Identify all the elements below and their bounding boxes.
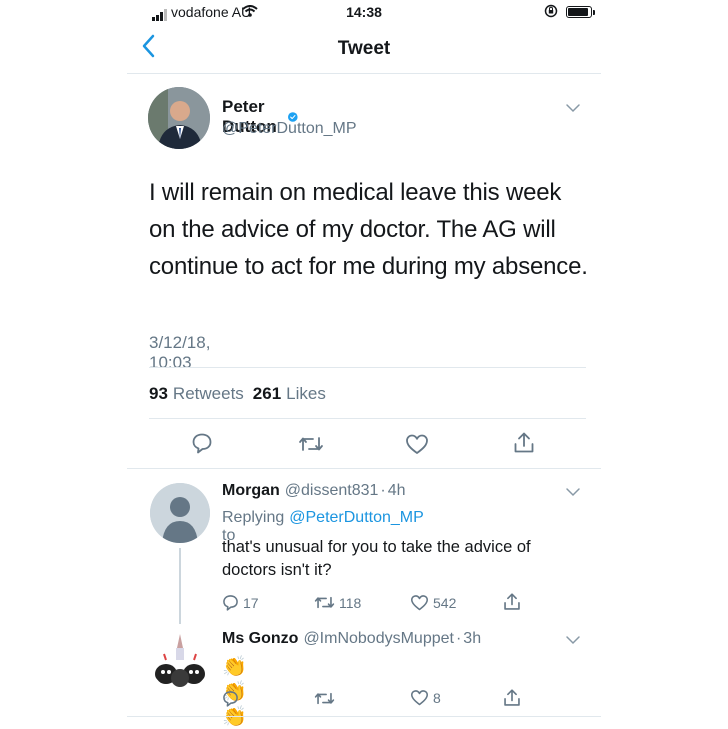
tweet-text: I will remain on medical leave this week…	[149, 179, 588, 280]
share-icon[interactable]	[503, 592, 521, 612]
heart-icon[interactable]	[405, 433, 429, 455]
reply-author-name[interactable]: Morgan	[222, 482, 280, 500]
avatar[interactable]	[150, 630, 210, 690]
reply-header: Ms Gonzo @ImNobodysMuppet · 3h	[222, 630, 481, 648]
reply-action-retweet[interactable]: 118	[314, 594, 361, 611]
heart-icon	[411, 595, 428, 611]
like-count: 542	[433, 594, 457, 611]
clock: 14:38	[346, 4, 382, 20]
author-handle[interactable]: @PeterDutton_MP	[222, 120, 357, 138]
rotation-lock-icon	[544, 4, 558, 18]
like-count: 8	[433, 689, 441, 706]
reply-count: 17	[243, 594, 259, 611]
reply-action-reply[interactable]: 17	[222, 594, 259, 611]
heart-icon	[411, 690, 428, 706]
reply-header: Morgan @dissent831 · 4h	[222, 482, 406, 500]
battery-icon	[566, 6, 592, 18]
retweets-count[interactable]: 93	[149, 384, 168, 404]
retweet-icon	[314, 596, 335, 609]
default-profile-icon	[150, 483, 210, 543]
share-icon[interactable]	[503, 688, 521, 708]
reply-text: that's unusual for you to take the advic…	[222, 538, 531, 579]
retweets-label[interactable]: Retweets	[173, 384, 244, 404]
avatar-image	[150, 630, 210, 690]
reply-bottom-divider	[127, 716, 601, 717]
stats-divider-top	[149, 367, 586, 368]
reply-author-handle[interactable]: @ImNobodysMuppet	[303, 630, 454, 648]
separator-dot: ·	[455, 630, 462, 647]
chevron-down-icon[interactable]	[565, 486, 581, 498]
status-bar: vodafone AU 14:38	[0, 0, 728, 26]
reply-action-like[interactable]: 542	[410, 594, 456, 611]
retweet-icon[interactable]	[298, 434, 324, 454]
stats-divider-bottom	[149, 418, 586, 419]
tweet-bottom-divider	[127, 468, 601, 469]
reply-time: 4h	[387, 482, 406, 499]
battery-tip	[593, 10, 595, 15]
thread-line	[179, 548, 181, 624]
reply-time: 3h	[463, 630, 482, 647]
tweet-stats: 93 Retweets 261 Likes	[149, 384, 326, 404]
page-title: Tweet	[337, 38, 391, 59]
reply-icon[interactable]	[191, 432, 213, 454]
retweet-icon[interactable]	[314, 690, 335, 707]
avatar[interactable]	[148, 87, 210, 149]
share-icon[interactable]	[513, 431, 535, 455]
avatar-image	[148, 87, 210, 149]
chevron-down-icon[interactable]	[565, 102, 581, 114]
header-divider	[127, 73, 601, 74]
reply-action-like[interactable]: 8	[410, 689, 441, 706]
retweet-count: 118	[339, 594, 362, 611]
reply-icon	[223, 595, 238, 611]
chevron-down-icon[interactable]	[565, 634, 581, 646]
likes-label[interactable]: Likes	[286, 384, 326, 404]
separator-dot: ·	[380, 482, 386, 499]
avatar[interactable]	[150, 483, 210, 543]
likes-count[interactable]: 261	[253, 384, 281, 404]
reply-icon[interactable]	[222, 690, 239, 707]
reply-author-handle[interactable]: @dissent831	[285, 482, 379, 500]
reply-author-name[interactable]: Ms Gonzo	[222, 630, 298, 648]
